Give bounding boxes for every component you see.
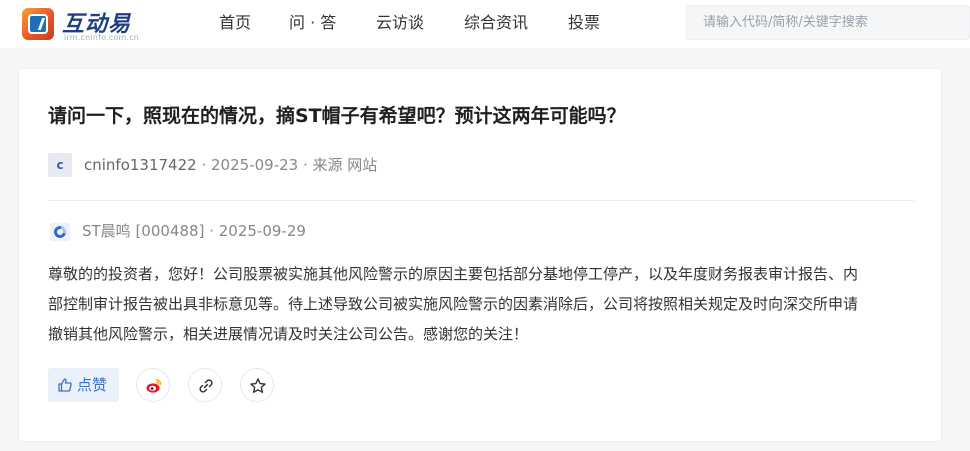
share-weibo-button[interactable] [136, 368, 170, 402]
asker-avatar: c [48, 153, 72, 177]
nav-home[interactable]: 首页 [219, 12, 251, 34]
link-icon [199, 379, 213, 393]
answer-line: 部控制审计报告被出具非标意见等。待上述导致公司被实施风险警示的因素消除后，公司将… [48, 295, 859, 313]
answer-text: 尊敬的的投资者，您好！公司股票被实施其他风险警示的原因主要包括部分基地停工停产，… [48, 259, 920, 349]
nav-news[interactable]: 综合资讯 [464, 12, 528, 34]
nav-qa[interactable]: 问 · 答 [289, 12, 336, 34]
question-source: 来源 网站 [312, 156, 378, 174]
reply-meta: ST晨鸣 [000488] · 2025-09-29 [82, 222, 306, 240]
top-navbar: 互动易 irm.cninfo.com.cn 首页 问 · 答 云访谈 综合资讯 … [0, 0, 970, 48]
asker-meta: cninfo1317422 · 2025-09-23 · 来源 网站 [84, 156, 378, 174]
question-date: 2025-09-23 [211, 156, 299, 174]
thumbs-up-icon [58, 378, 72, 392]
like-label: 点赞 [77, 376, 108, 394]
company-name[interactable]: ST晨鸣 [000488] [82, 222, 204, 240]
asker-name[interactable]: cninfo1317422 [84, 156, 197, 174]
nav-cloud-interview[interactable]: 云访谈 [376, 12, 424, 34]
search-input[interactable] [687, 6, 969, 39]
favorite-button[interactable] [240, 368, 274, 402]
logo-mark-icon [22, 8, 54, 40]
answer-line: 撤销其他风险警示，相关进展情况请及时关注公司公告。感谢您的关注！ [48, 325, 529, 343]
search-box [686, 5, 970, 40]
question-title: 请问一下，照现在的情况，摘ST帽子有希望吧？预计这两年可能吗？ [48, 105, 626, 127]
company-logo-icon [50, 223, 70, 241]
nav-vote[interactable]: 投票 [568, 12, 600, 34]
logo-subtitle: irm.cninfo.com.cn [64, 33, 140, 42]
site-logo[interactable]: 互动易 irm.cninfo.com.cn [22, 5, 142, 43]
divider [48, 200, 914, 201]
like-button[interactable]: 点赞 [48, 368, 119, 402]
reply-date: 2025-09-29 [218, 222, 306, 240]
weibo-icon [146, 379, 162, 393]
answer-line: 尊敬的的投资者，您好！公司股票被实施其他风险警示的原因主要包括部分基地停工停产，… [48, 265, 859, 283]
star-icon [250, 378, 266, 393]
copy-link-button[interactable] [188, 368, 222, 402]
